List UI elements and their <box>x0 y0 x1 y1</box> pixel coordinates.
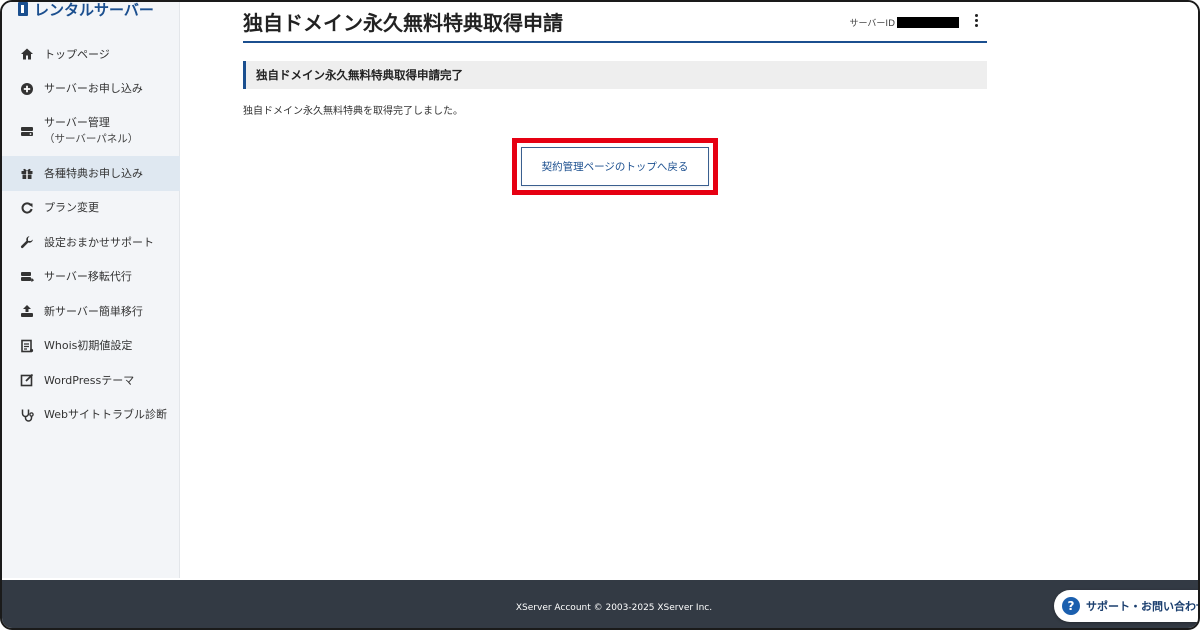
page-title: 独自ドメイン永久無料特典取得申請 <box>243 11 563 35</box>
sidebar-item-plan-change[interactable]: プラン変更 <box>2 191 180 226</box>
completion-message: 独自ドメイン永久無料特典を取得完了しました。 <box>243 106 463 117</box>
brand-mark-icon <box>18 2 28 16</box>
sidebar-item-label: プラン変更 <box>44 201 99 215</box>
sidebar-item-label: 各種特典お申し込み <box>44 166 143 180</box>
sidebar-item-server-transfer[interactable]: サーバー移転代行 <box>2 260 180 295</box>
support-button[interactable]: ? サポート・お問い合わせ <box>1054 590 1200 622</box>
back-to-top-button[interactable]: 契約管理ページのトップへ戻る <box>521 147 709 186</box>
sidebar-item-easy-migration[interactable]: 新サーバー簡単移行 <box>2 294 180 329</box>
question-icon: ? <box>1062 597 1080 615</box>
sidebar-item-label: Whois初期値設定 <box>44 339 133 353</box>
section-title: 独自ドメイン永久無料特典取得申請完了 <box>243 61 987 89</box>
gift-icon <box>20 166 34 180</box>
sidebar-item-sublabel: （サーバーパネル） <box>44 133 139 145</box>
support-label: サポート・お問い合わせ <box>1086 600 1200 613</box>
server-transfer-icon <box>20 270 34 284</box>
app-window: レンタルサーバー トップページ サーバーお申し込み サーバー管理 （サーバーパネ… <box>0 0 1200 630</box>
sidebar-item-label: 新サーバー簡単移行 <box>44 304 143 318</box>
stethoscope-icon <box>20 408 34 422</box>
sidebar-item-label: トップページ <box>44 47 110 61</box>
sidebar-item-benefits[interactable]: 各種特典お申し込み <box>2 156 180 191</box>
document-icon <box>20 339 34 353</box>
sidebar-item-label: 設定おまかせサポート <box>44 235 154 249</box>
refresh-icon <box>20 201 34 215</box>
brand-logo[interactable]: レンタルサーバー <box>18 0 154 20</box>
edit-icon <box>20 373 34 387</box>
home-icon <box>20 47 34 61</box>
sidebar-item-label: Webサイトトラブル診断 <box>44 408 167 422</box>
server-id-label: サーバーID <box>849 19 896 29</box>
sidebar-item-label: WordPressテーマ <box>44 373 135 387</box>
sidebar-item-site-diagnosis[interactable]: Webサイトトラブル診断 <box>2 398 180 433</box>
wrench-icon <box>20 235 34 249</box>
sidebar-nav: トップページ サーバーお申し込み サーバー管理 （サーバーパネル） 各種特典お申… <box>2 37 180 432</box>
plus-circle-icon <box>20 82 34 96</box>
copyright: XServer Account © 2003-2025 XServer Inc. <box>515 603 713 613</box>
server-icon <box>20 124 34 138</box>
brand-name: レンタルサーバー <box>34 0 154 19</box>
upload-icon <box>20 304 34 318</box>
more-menu-icon[interactable] <box>973 14 979 30</box>
sidebar-item-whois[interactable]: Whois初期値設定 <box>2 329 180 364</box>
sidebar: レンタルサーバー トップページ サーバーお申し込み サーバー管理 （サーバーパネ… <box>2 2 180 578</box>
main-content: 独自ドメイン永久無料特典取得申請 サーバーID 独自ドメイン永久無料特典取得申請… <box>181 2 1198 578</box>
server-id: サーバーID <box>849 16 959 29</box>
sidebar-item-setup-support[interactable]: 設定おまかせサポート <box>2 225 180 260</box>
sidebar-item-wordpress-theme[interactable]: WordPressテーマ <box>2 363 180 398</box>
sidebar-item-server-order[interactable]: サーバーお申し込み <box>2 72 180 107</box>
sidebar-item-server-panel[interactable]: サーバー管理 （サーバーパネル） <box>2 106 180 156</box>
footer: XServer Account © 2003-2025 XServer Inc.… <box>2 580 1200 628</box>
sidebar-item-top[interactable]: トップページ <box>2 37 180 72</box>
page-header: 独自ドメイン永久無料特典取得申請 サーバーID <box>243 4 987 43</box>
sidebar-item-label: サーバー管理 <box>44 116 110 129</box>
sidebar-item-label: サーバーお申し込み <box>44 82 143 96</box>
sidebar-item-label: サーバー移転代行 <box>44 270 132 284</box>
server-id-redacted-value <box>897 17 959 28</box>
